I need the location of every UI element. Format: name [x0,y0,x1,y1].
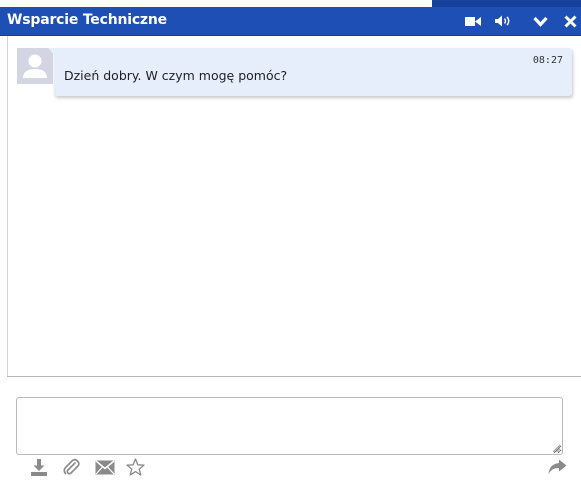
minimize-button[interactable] [526,7,554,35]
download-icon [31,458,47,476]
rate-chat-button[interactable] [124,456,146,478]
header-top-strip [432,0,581,7]
download-transcript-button[interactable] [28,456,50,478]
paperclip-icon [63,458,80,475]
chat-title: Wsparcie Techniczne [7,12,167,28]
composer-divider [7,376,581,377]
email-transcript-button[interactable] [94,456,116,478]
sound-toggle-button[interactable] [492,7,516,35]
email-icon [95,459,115,474]
forward-arrow-icon [548,459,566,474]
message-input[interactable] [16,397,563,455]
message-text: Dzień dobry. W czym mogę pomóc? [64,68,288,83]
video-icon [465,16,481,26]
bubble-tail [48,48,54,55]
message-timestamp: 08:27 [532,55,563,66]
attach-file-button[interactable] [60,456,82,478]
message-bubble: 08:27 Dzień dobry. W czym mogę pomóc? [48,48,572,96]
chevron-down-icon [532,16,548,27]
speaker-icon [495,15,510,27]
close-icon [563,14,577,28]
video-call-button[interactable] [461,7,485,35]
send-message-button[interactable] [546,456,568,478]
chat-header: Wsparcie Techniczne [0,7,581,36]
chat-window: Wsparcie Techniczne 08:27 Dzień dobry. W… [0,0,581,485]
close-button[interactable] [559,7,581,35]
star-icon [125,458,145,476]
message-list[interactable]: 08:27 Dzień dobry. W czym mogę pomóc? [7,36,581,376]
